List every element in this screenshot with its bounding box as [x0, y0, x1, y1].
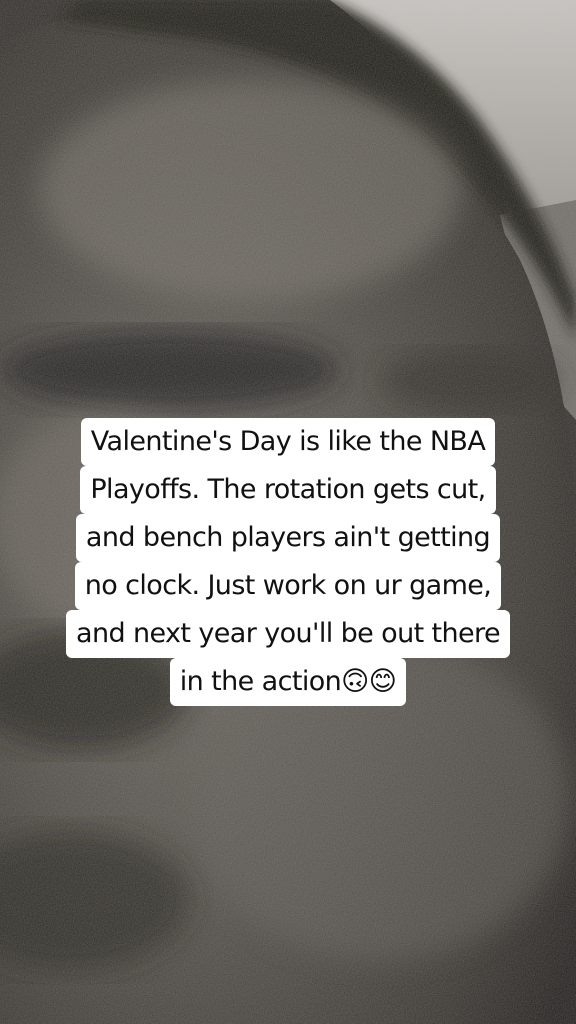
caption-line: Valentine's Day is like the NBA	[80, 418, 496, 466]
caption-line: no clock. Just work on ur game,	[74, 562, 502, 610]
caption-line: and next year you'll be out there	[66, 610, 510, 658]
caption-overlay: Valentine's Day is like the NBA Playoffs…	[0, 418, 576, 706]
caption-line: in the action🙃😊	[169, 658, 407, 706]
caption-line: Playoffs. The rotation gets cut,	[80, 466, 496, 514]
caption-line: and bench players ain't getting	[75, 514, 501, 562]
video-frame: Valentine's Day is like the NBA Playoffs…	[0, 0, 576, 1024]
